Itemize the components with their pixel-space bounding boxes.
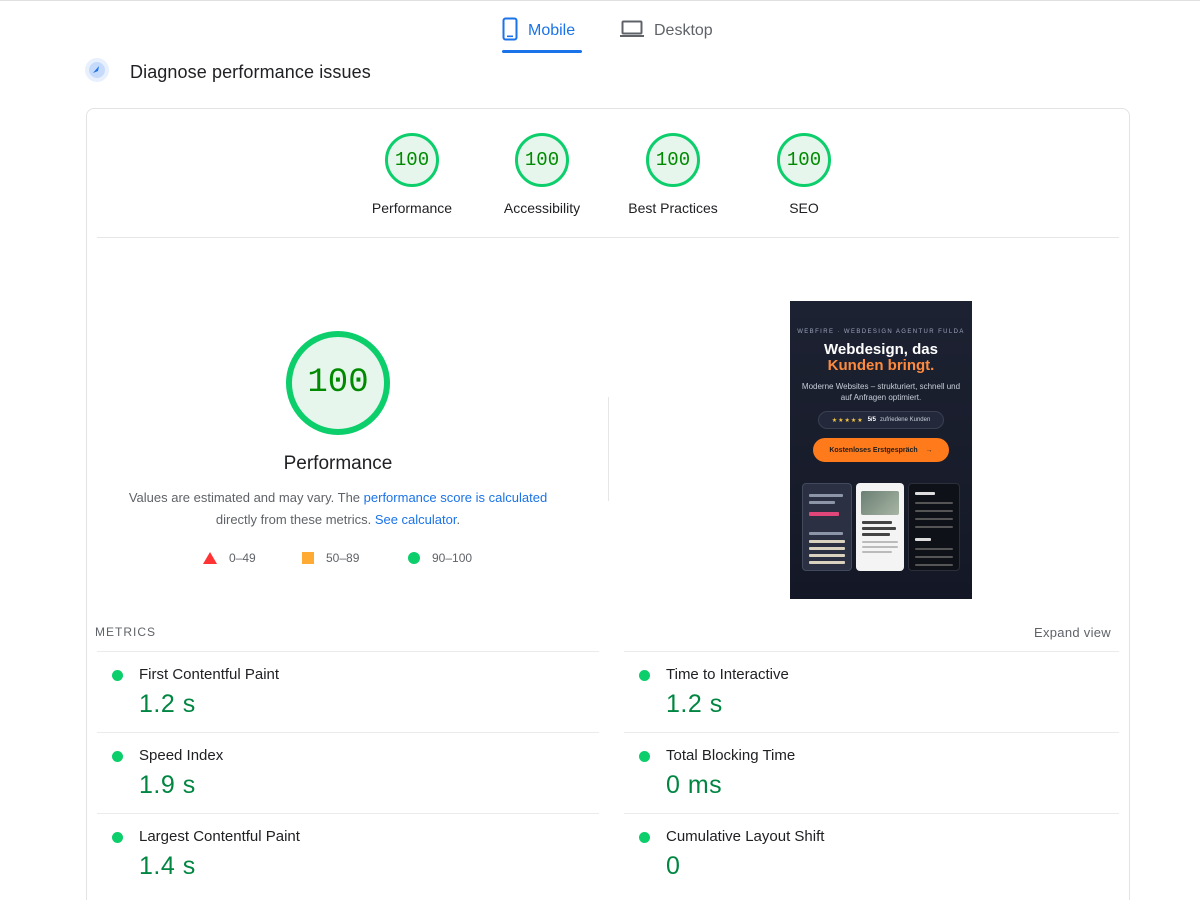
gauge-score: 100 [385, 133, 439, 187]
preview-image [861, 491, 899, 515]
page-screenshot[interactable]: WEBFIRE · WEBDESIGN AGENTUR FULDA Webdes… [790, 301, 972, 599]
screenshot-device-previews [800, 483, 962, 573]
gauge-seo[interactable]: 100 SEO [739, 133, 869, 216]
tab-desktop[interactable]: Desktop [620, 8, 720, 54]
legend-range: 90–100 [432, 551, 473, 565]
metric-value: 1.2 s [666, 690, 723, 718]
performance-title: Performance [283, 453, 393, 474]
performance-note: Values are estimated and may vary. The p… [117, 487, 559, 531]
metric-speed-index: Speed Index 1.9 s [97, 732, 599, 813]
note-text: . [456, 512, 461, 527]
phone-preview [908, 483, 960, 571]
screenshot-rating: ★★★★★ 5/5 zufriedene Kunden [818, 411, 944, 429]
pass-circle-icon [639, 751, 650, 762]
metric-value: 1.4 s [139, 852, 196, 880]
gauge-label: Performance [371, 200, 453, 216]
device-tabs: Mobile Desktop [0, 8, 1200, 56]
phone-preview [856, 483, 904, 571]
smartphone-icon [502, 17, 518, 46]
pass-circle-icon [112, 832, 123, 843]
square-icon [302, 552, 314, 564]
metric-time-to-interactive: Time to Interactive 1.2 s [624, 651, 1119, 732]
circle-icon [408, 552, 420, 564]
gauge-label: SEO [789, 200, 819, 216]
active-tab-indicator [502, 50, 582, 53]
gauge-label: Accessibility [503, 200, 581, 216]
gauge-best-practices[interactable]: 100 Best Practices [608, 133, 738, 216]
report-card: 100 Performance 100 Accessibility 100 Be… [86, 108, 1130, 900]
note-text: directly from these metrics. [215, 512, 375, 527]
legend-pass: 90–100 [408, 551, 472, 565]
metric-name: Largest Contentful Paint [139, 828, 300, 845]
gauge-score: 100 [515, 133, 569, 187]
expand-view-toggle[interactable]: Expand view [1034, 625, 1111, 640]
screenshot-subline: Moderne Websites – strukturiert, schnell… [801, 382, 961, 402]
screenshot-headline: Webdesign, das [824, 341, 938, 358]
metrics-heading: METRICS [95, 625, 156, 639]
rating-text: zufriedene Kunden [879, 417, 931, 423]
metric-name: Time to Interactive [666, 666, 789, 683]
metric-value: 0 ms [666, 771, 723, 799]
see-calculator-link[interactable]: See calculator [375, 512, 457, 527]
pass-circle-icon [112, 670, 123, 681]
metric-name: Speed Index [139, 747, 224, 764]
vertical-divider [608, 397, 609, 501]
metric-value: 0 [666, 852, 681, 880]
triangle-icon [203, 552, 217, 564]
screenshot-headline-accent: Kunden bringt. [827, 357, 935, 374]
pass-circle-icon [639, 670, 650, 681]
metric-total-blocking-time: Total Blocking Time 0 ms [624, 732, 1119, 813]
legend-average: 50–89 [302, 551, 359, 565]
screenshot-kicker: WEBFIRE · WEBDESIGN AGENTUR FULDA [797, 329, 965, 335]
pass-circle-icon [639, 832, 650, 843]
phone-preview [802, 483, 852, 571]
stars-icon: ★★★★★ [831, 417, 864, 424]
laptop-icon [620, 20, 644, 43]
gauge-performance[interactable]: 100 Performance [347, 133, 477, 216]
gauge-accessibility[interactable]: 100 Accessibility [477, 133, 607, 216]
metric-name: Cumulative Layout Shift [666, 828, 825, 845]
note-text: Values are estimated and may vary. The [128, 490, 364, 505]
metric-value: 1.9 s [139, 771, 196, 799]
legend-range: 50–89 [326, 551, 360, 565]
gauge-score: 100 [646, 133, 700, 187]
metric-value: 1.2 s [139, 690, 196, 718]
metric-largest-contentful-paint: Largest Contentful Paint 1.4 s [97, 813, 599, 894]
top-divider [0, 0, 1200, 1]
metrics-column-right: Time to Interactive 1.2 s Total Blocking… [624, 651, 1119, 894]
score-legend: 0–49 50–89 90–100 [87, 551, 589, 567]
metric-name: First Contentful Paint [139, 666, 280, 683]
cta-label: Kostenloses Erstgespräch [829, 446, 918, 454]
tab-mobile[interactable]: Mobile [502, 8, 582, 54]
diagnose-header: Diagnose performance issues [84, 56, 371, 88]
arrow-right-icon: → [925, 446, 933, 454]
gauge-score: 100 [777, 133, 831, 187]
pass-circle-icon [112, 751, 123, 762]
screenshot-cta: Kostenloses Erstgespräch → [813, 438, 949, 462]
section-divider [97, 237, 1119, 238]
metric-cumulative-layout-shift: Cumulative Layout Shift 0 [624, 813, 1119, 894]
metric-first-contentful-paint: First Contentful Paint 1.2 s [97, 651, 599, 732]
page-title: Diagnose performance issues [130, 61, 371, 82]
rating-score: 5/5 [867, 417, 876, 423]
metric-name: Total Blocking Time [666, 747, 796, 764]
legend-range: 0–49 [229, 551, 256, 565]
metrics-column-left: First Contentful Paint 1.2 s Speed Index… [97, 651, 599, 894]
performance-score-gauge: 100 [286, 331, 390, 435]
legend-fail: 0–49 [203, 551, 256, 565]
score-calculated-link[interactable]: performance score is calculated [364, 490, 548, 505]
category-gauges: 100 Performance 100 Accessibility 100 Be… [87, 133, 1129, 243]
diagnose-icon [84, 57, 110, 88]
tab-label: Desktop [654, 22, 713, 39]
tab-label: Mobile [528, 22, 576, 39]
gauge-label: Best Practices [628, 200, 718, 216]
